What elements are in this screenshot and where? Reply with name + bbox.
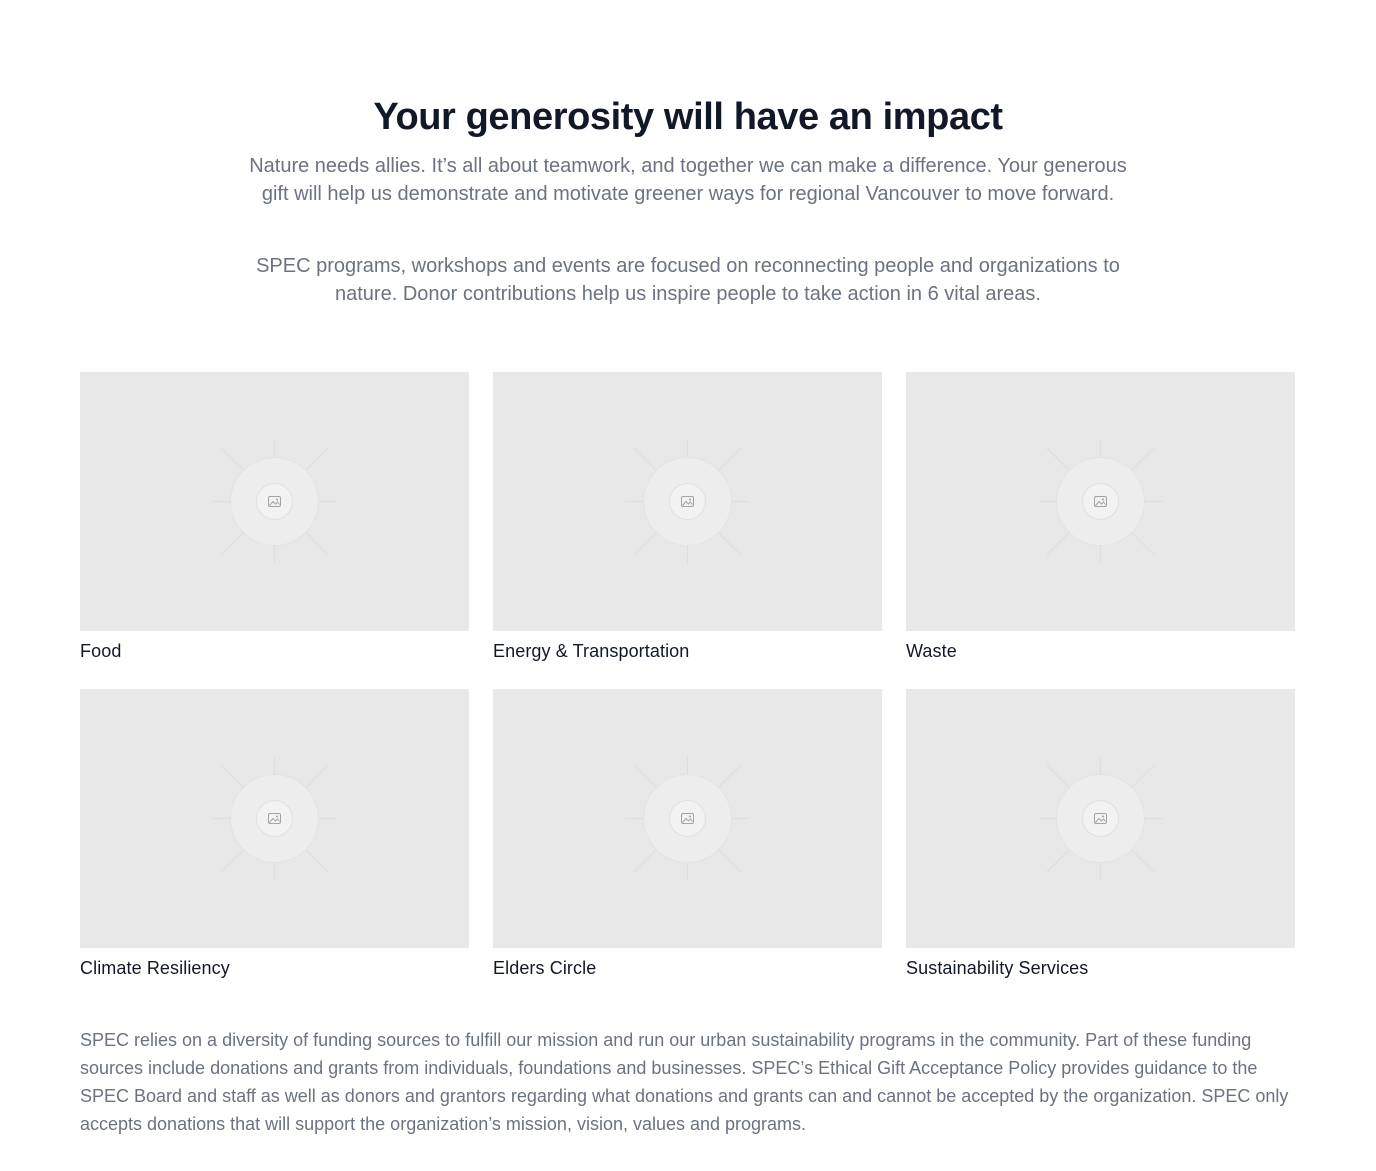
image-placeholder — [493, 372, 882, 631]
impact-card-label: Climate Resiliency — [80, 958, 230, 978]
impact-card-label: Sustainability Services — [906, 958, 1089, 978]
impact-card-climate-resiliency[interactable]: Climate Resiliency — [80, 689, 469, 979]
impact-card-elders-circle[interactable]: Elders Circle — [493, 689, 882, 979]
impact-card-food[interactable]: Food — [80, 372, 469, 662]
impact-card-label: Food — [80, 641, 122, 661]
intro-paragraph-2: SPEC programs, workshops and events are … — [256, 255, 1120, 305]
impact-card-energy-transportation[interactable]: Energy & Transportation — [493, 372, 882, 662]
impact-areas-grid: Food Energy & Transportation Waste Clima… — [80, 372, 1296, 979]
impact-card-label: Elders Circle — [493, 958, 597, 978]
impact-card-waste[interactable]: Waste — [906, 372, 1295, 662]
impact-card-sustainability-services[interactable]: Sustainability Services — [906, 689, 1295, 979]
image-placeholder — [906, 372, 1295, 631]
image-placeholder — [80, 689, 469, 948]
image-placeholder — [80, 372, 469, 631]
image-placeholder — [493, 689, 882, 948]
funding-policy-paragraph: SPEC relies on a diversity of funding so… — [80, 1030, 1289, 1134]
intro-paragraph-1: Nature needs allies. It’s all about team… — [249, 155, 1127, 205]
image-placeholder — [906, 689, 1295, 948]
impact-section: Your generosity will have an impact Natu… — [0, 0, 1376, 1171]
impact-card-label: Waste — [906, 641, 957, 661]
impact-card-label: Energy & Transportation — [493, 641, 690, 661]
page-title: Your generosity will have an impact — [373, 96, 1003, 138]
